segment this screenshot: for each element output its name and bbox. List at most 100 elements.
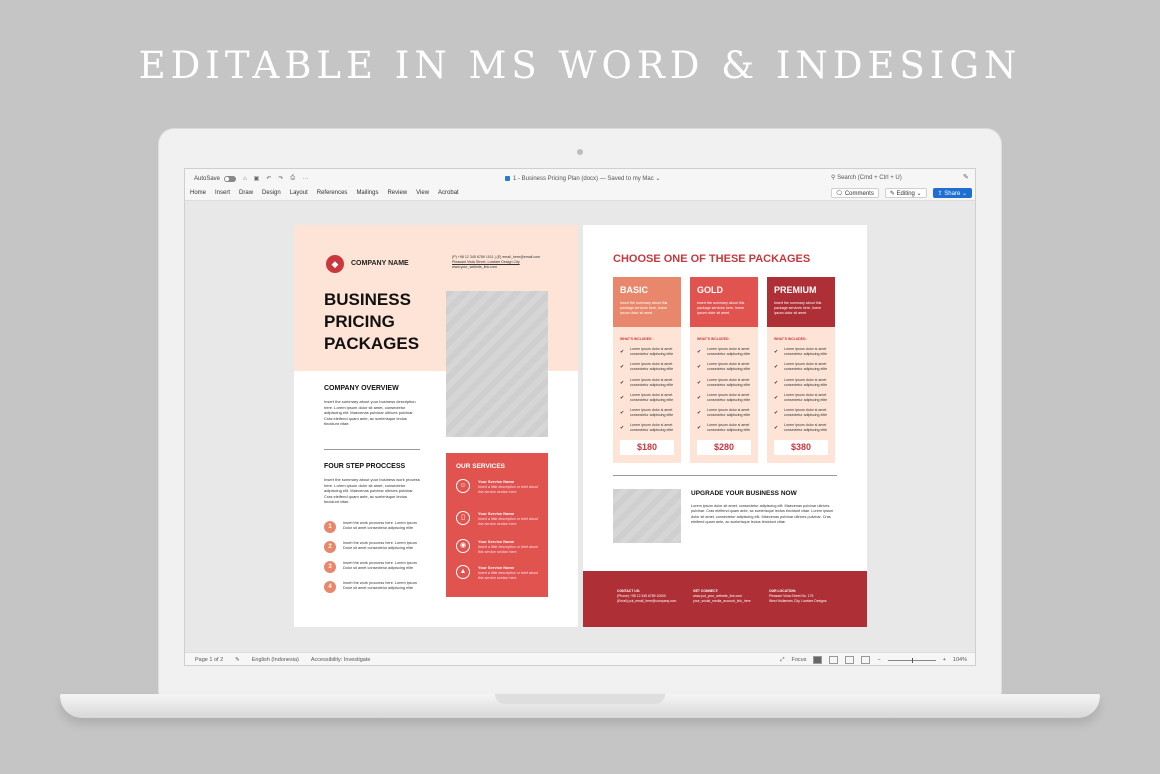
- check-icon: ✔: [697, 425, 702, 432]
- package-desc: Insert the summary about this package se…: [774, 301, 822, 315]
- zoom-slider[interactable]: [887, 657, 936, 663]
- check-icon: ✔: [620, 410, 625, 417]
- undo-icon[interactable]: ↶: [266, 175, 271, 182]
- included-item-text: Lorem ipsum dolor si amet consectetur ad…: [784, 423, 828, 433]
- check-icon: ✔: [774, 349, 779, 355]
- outline-icon[interactable]: [845, 656, 855, 664]
- search-box[interactable]: ⚲ Search (Cmd + Ctrl + U): [831, 174, 902, 181]
- steps-text: Insert the summary about your business w…: [324, 477, 420, 505]
- tab-layout[interactable]: Layout: [290, 190, 308, 196]
- autosave-label: AutoSave: [194, 175, 221, 182]
- image-placeholder: [446, 291, 548, 437]
- included-list: ✔ Lorem ipsum dolor si amet consectetur a…: [697, 347, 753, 439]
- document-page-1[interactable]: ◆ COMPANY NAME (P) +98 12 345 6789 1011 …: [294, 225, 578, 627]
- upgrade-heading: UPGRADE YOUR BUSINESS NOW: [691, 490, 797, 497]
- services-box: OUR SERVICES ☺ Your Service Name Insert …: [446, 453, 548, 597]
- comments-button[interactable]: 🗨 Comments: [830, 188, 879, 198]
- zoom-in-icon[interactable]: +: [943, 657, 946, 663]
- included-item: ✔ Lorem ipsum dolor si amet consectetur a…: [620, 362, 676, 377]
- print-layout-icon[interactable]: [813, 656, 823, 664]
- included-item-text: Lorem ipsum dolor si amet consectetur ad…: [784, 377, 828, 387]
- included-item: ✔ Lorem ipsum dolor si amet consectetur a…: [620, 408, 676, 423]
- dictate-icon[interactable]: ✎: [963, 173, 969, 181]
- share-button[interactable]: ⇪ Share ⌄: [932, 188, 972, 198]
- service-name: Your Service Name: [478, 479, 515, 484]
- page-count[interactable]: Page 1 of 2: [195, 657, 223, 663]
- title-bar: AutoSave ⌂ ▣ ↶ ↷ ⎙ ··· 1 - Business Pric…: [185, 169, 975, 187]
- print-icon[interactable]: ⎙: [290, 175, 295, 182]
- overview-text: Insert the summary about your business d…: [324, 399, 416, 427]
- footer-location: OUR LOCATION: Pleasant Vista Street No. …: [769, 589, 845, 604]
- title-line: PRICING: [324, 312, 395, 331]
- share-label: Share ⌄: [944, 191, 967, 197]
- check-icon: ✔: [774, 410, 779, 417]
- tab-review[interactable]: Review: [387, 190, 407, 196]
- autosave-toggle[interactable]: [224, 175, 237, 182]
- step-number: 1: [324, 521, 336, 533]
- tab-references[interactable]: References: [317, 190, 348, 196]
- ribbon-tabs: Home Insert Draw Design Layout Reference…: [190, 190, 459, 196]
- step-number: 4: [324, 581, 336, 593]
- service-desc: Insert a little description or brief abo…: [478, 545, 538, 554]
- draft-icon[interactable]: [861, 656, 871, 664]
- check-icon: ✔: [620, 379, 625, 386]
- camera-icon: [577, 149, 583, 155]
- service-desc: Insert a little description or brief abo…: [478, 571, 538, 580]
- save-icon[interactable]: ▣: [254, 175, 260, 182]
- tab-insert[interactable]: Insert: [215, 190, 230, 196]
- tab-view[interactable]: View: [416, 190, 429, 196]
- web-layout-icon[interactable]: [829, 656, 839, 664]
- included-item: ✔ Lorem ipsum dolor si amet consectetur a…: [620, 378, 676, 393]
- overview-heading: COMPANY OVERVIEW: [324, 385, 399, 392]
- included-item-text: Lorem ipsum dolor si amet consectetur ad…: [630, 423, 674, 433]
- zoom-out-icon[interactable]: −: [877, 657, 880, 663]
- autosave[interactable]: AutoSave ⌂ ▣ ↶ ↷ ⎙ ···: [194, 175, 308, 182]
- title-line: BUSINESS: [324, 290, 411, 309]
- document-title[interactable]: 1 - Business Pricing Plan (docx) — Saved…: [505, 175, 660, 182]
- included-item: ✔ Lorem ipsum dolor si amet consectetur a…: [774, 362, 830, 377]
- step-item: 3 Insert the work proccess here. Lorem i…: [324, 560, 424, 576]
- package-desc: Insert the summary about this package se…: [697, 301, 745, 315]
- home-icon[interactable]: ⌂: [243, 176, 247, 182]
- proofing-icon[interactable]: ✎: [235, 657, 240, 663]
- tab-mailings[interactable]: Mailings: [356, 190, 378, 196]
- tab-draw[interactable]: Draw: [239, 190, 253, 196]
- document-title-text: 1 - Business Pricing Plan (docx) — Saved…: [513, 176, 661, 182]
- accessibility-status[interactable]: Accessibility: Investigate: [311, 657, 371, 663]
- editing-button[interactable]: ✎ Editing ⌄: [884, 188, 927, 198]
- included-list: ✔ Lorem ipsum dolor si amet consectetur a…: [620, 347, 676, 439]
- included-item: ✔ Lorem ipsum dolor si amet consectetur a…: [774, 378, 830, 393]
- focus-icon[interactable]: ⤢: [780, 657, 784, 664]
- tab-acrobat[interactable]: Acrobat: [438, 190, 459, 196]
- more-icon[interactable]: ···: [302, 176, 308, 182]
- tab-design[interactable]: Design: [262, 190, 281, 196]
- check-icon: ✔: [697, 410, 702, 417]
- contact-block: (P) +98 12 345 6789 1011 | (E) email_her…: [452, 255, 562, 270]
- tab-home[interactable]: Home: [190, 190, 206, 196]
- included-item: ✔ Lorem ipsum dolor si amet consectetur a…: [620, 347, 676, 362]
- user-icon: ☺: [456, 479, 470, 493]
- title-line: PACKAGES: [324, 334, 420, 353]
- step-item: 2 Insert the work proccess here. Lorem i…: [324, 540, 424, 556]
- included-item-text: Lorem ipsum dolor si amet consectetur ad…: [707, 408, 751, 418]
- divider: [324, 449, 420, 450]
- included-item-text: Lorem ipsum dolor si amet consectetur ad…: [707, 377, 751, 387]
- included-item-text: Lorem ipsum dolor si amet consectetur ad…: [630, 362, 674, 372]
- included-item: ✔ Lorem ipsum dolor si amet consectetur a…: [774, 347, 830, 362]
- package-desc: Insert the summary about this package se…: [620, 301, 668, 315]
- included-item-text: Lorem ipsum dolor si amet consectetur ad…: [707, 423, 751, 433]
- package-price: $180: [620, 440, 674, 455]
- step-number: 2: [324, 541, 336, 553]
- focus-button[interactable]: Focus: [792, 657, 807, 663]
- steps-heading: FOUR STEP PROCCESS: [324, 463, 406, 470]
- redo-icon[interactable]: ↷: [278, 175, 283, 182]
- zoom-level[interactable]: 104%: [953, 657, 967, 663]
- document-page-2[interactable]: CHOOSE ONE OF THESE PACKAGES BASIC Inser…: [583, 225, 867, 627]
- language[interactable]: English (Indonesia): [252, 657, 299, 663]
- headline: EDITABLE IN MS WORD & INDESIGN: [138, 44, 1022, 87]
- package-header: PREMIUM Insert the summary about this pa…: [767, 277, 835, 327]
- service-item: ▯ Your Service Name Insert a little desc…: [456, 511, 542, 535]
- included-item-text: Lorem ipsum dolor si amet consectetur ad…: [707, 392, 751, 402]
- package-name: PREMIUM: [774, 285, 817, 295]
- included-item-text: Lorem ipsum dolor si amet consectetur ad…: [630, 408, 674, 418]
